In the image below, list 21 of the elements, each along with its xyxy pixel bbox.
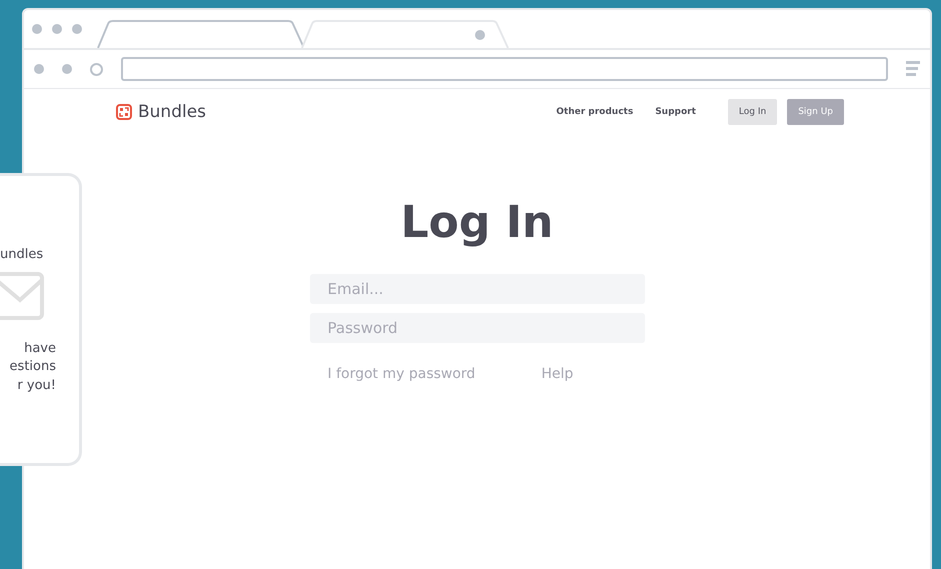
- nav-link[interactable]: Support: [655, 107, 696, 117]
- phone-message: estions: [8, 358, 56, 376]
- back-icon[interactable]: [34, 64, 44, 74]
- input-field[interactable]: Password: [310, 313, 644, 343]
- phone-message: r you!: [16, 376, 56, 395]
- forward-icon[interactable]: [62, 64, 72, 74]
- window-dot-icon[interactable]: [52, 24, 62, 34]
- input-field[interactable]: Email...: [310, 274, 644, 304]
- brand-name: Bundles: [138, 102, 206, 122]
- logo-icon: [116, 104, 132, 120]
- browser-tab[interactable]: [96, 20, 306, 48]
- phone-brand: undles: [0, 246, 44, 264]
- login-button[interactable]: Log In: [728, 99, 778, 125]
- nav-link[interactable]: Other products: [556, 107, 634, 117]
- phone-message: have: [23, 340, 56, 358]
- menu-icon[interactable]: [906, 61, 920, 77]
- reload-icon[interactable]: [90, 62, 103, 76]
- address-bar[interactable]: [121, 57, 888, 81]
- window-dot-icon[interactable]: [72, 24, 82, 34]
- page-title: Log In: [400, 197, 554, 248]
- window-dot-icon[interactable]: [32, 24, 42, 34]
